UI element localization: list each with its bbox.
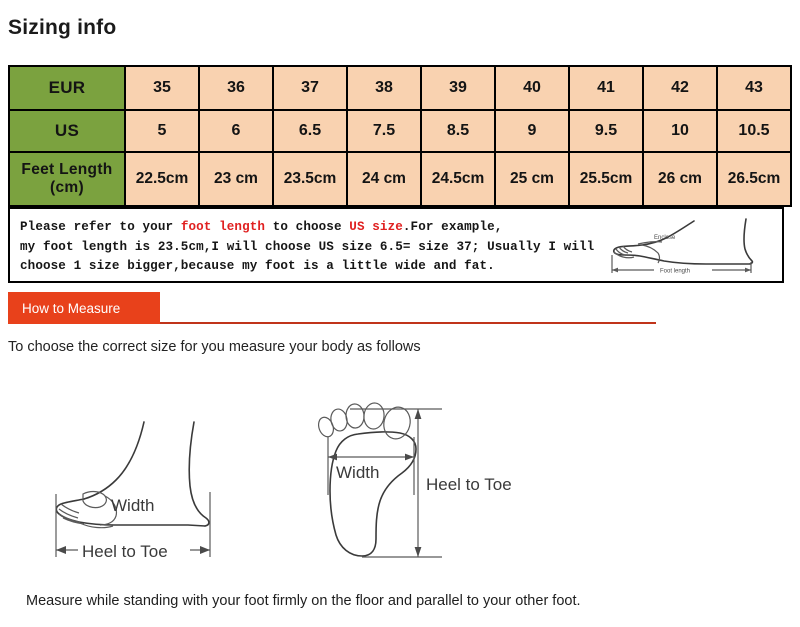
table-row-feet-length: Feet Length (cm) 22.5cm 23 cm 23.5cm 24 … <box>8 151 792 207</box>
side-diagram-heel-to-toe-label: Heel to Toe <box>82 542 168 561</box>
cell-feet-0: 22.5cm <box>124 151 200 207</box>
cell-feet-3: 24 cm <box>346 151 422 207</box>
cell-eur-4: 39 <box>420 65 496 111</box>
cell-us-0: 5 <box>124 109 200 153</box>
note-line1-part-c: .For example, <box>402 220 503 234</box>
how-to-measure-rule <box>160 322 656 324</box>
cell-us-4: 8.5 <box>420 109 496 153</box>
cell-feet-5: 25 cm <box>494 151 570 207</box>
sizing-note-line-2: my foot length is 23.5cm,I will choose U… <box>20 239 595 254</box>
row-label-feet-length: Feet Length (cm) <box>8 151 126 207</box>
cell-feet-4: 24.5cm <box>420 151 496 207</box>
foot-sole-view-diagram: Width Heel to Toe <box>317 402 512 558</box>
row-label-us: US <box>8 109 126 153</box>
how-to-measure-banner: How to Measure <box>8 292 160 324</box>
cell-eur-6: 41 <box>568 65 644 111</box>
cell-feet-6: 25.5cm <box>568 151 644 207</box>
cell-us-1: 6 <box>198 109 274 153</box>
side-diagram-width-label: Width <box>111 496 154 515</box>
cell-feet-1: 23 cm <box>198 151 274 207</box>
how-to-measure-label: How to Measure <box>22 300 121 316</box>
table-row-eur: EUR 35 36 37 38 39 40 41 42 43 <box>8 65 792 111</box>
foot-side-view-diagram: Width Heel to Toe <box>55 421 211 562</box>
cell-us-8: 10.5 <box>716 109 792 153</box>
cell-eur-1: 36 <box>198 65 274 111</box>
cell-eur-0: 35 <box>124 65 200 111</box>
note-diagram-label-enclose: Enclose <box>654 235 676 241</box>
sizing-note-line-1: Please refer to your foot length to choo… <box>20 218 620 238</box>
note-line1-part-a: Please refer to your <box>20 220 181 234</box>
page-title: Sizing info <box>8 16 117 39</box>
cell-us-2: 6.5 <box>272 109 348 153</box>
cell-feet-7: 26 cm <box>642 151 718 207</box>
bottom-caption: Measure while standing with your foot fi… <box>26 593 581 609</box>
sole-diagram-heel-to-toe-label: Heel to Toe <box>426 475 512 494</box>
cell-eur-3: 38 <box>346 65 422 111</box>
sizing-note-line-3: choose 1 size bigger,because my foot is … <box>20 259 495 273</box>
note-line1-part-b: to choose <box>265 220 350 234</box>
row-label-eur: EUR <box>8 65 126 111</box>
how-to-measure-subtitle: To choose the correct size for you measu… <box>8 339 421 355</box>
table-row-us: US 5 6 6.5 7.5 8.5 9 9.5 10 10.5 <box>8 109 792 153</box>
sole-diagram-width-label: Width <box>336 463 379 482</box>
note-highlight-us-size: US size <box>349 220 403 234</box>
cell-eur-7: 42 <box>642 65 718 111</box>
foot-side-measure-icon: Enclose Foot length <box>611 218 754 275</box>
cell-eur-8: 43 <box>716 65 792 111</box>
cell-us-7: 10 <box>642 109 718 153</box>
cell-feet-8: 26.5cm <box>716 151 792 207</box>
note-diagram-label-foot-length: Foot length <box>660 269 690 275</box>
cell-us-5: 9 <box>494 109 570 153</box>
cell-us-6: 9.5 <box>568 109 644 153</box>
cell-us-3: 7.5 <box>346 109 422 153</box>
row-label-feet-length-line2: (cm) <box>50 179 84 196</box>
row-label-feet-length-line1: Feet Length <box>21 161 113 179</box>
cell-feet-2: 23.5cm <box>272 151 348 207</box>
cell-eur-5: 40 <box>494 65 570 111</box>
sizing-note-text: Please refer to your foot length to choo… <box>20 218 620 277</box>
cell-eur-2: 37 <box>272 65 348 111</box>
size-chart-table: EUR 35 36 37 38 39 40 41 42 43 US 5 6 6.… <box>8 65 792 207</box>
sizing-note-box: Please refer to your foot length to choo… <box>8 207 784 283</box>
note-highlight-foot-length: foot length <box>180 220 266 234</box>
